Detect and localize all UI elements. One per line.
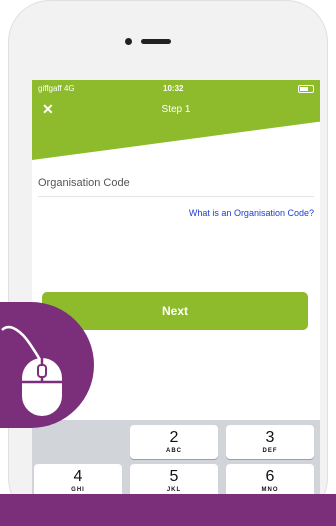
key-6-letters: MNO [261,487,279,493]
key-3-letters: DEF [262,448,278,454]
key-4[interactable]: 4 GHI [34,464,122,498]
status-bar: giffgaff 4G 10:32 [38,84,314,96]
carrier-label: giffgaff 4G [38,84,75,93]
computer-mouse-icon [1,325,62,416]
key-5-letters: JKL [166,487,182,493]
key-6[interactable]: 6 MNO [226,464,314,498]
app-header: giffgaff 4G 10:32 ✕ Step 1 [32,80,320,160]
bottom-banner [0,494,336,526]
organisation-code-input[interactable] [38,170,314,196]
phone-frame: giffgaff 4G 10:32 ✕ Step 1 What is an Or… [8,0,328,526]
organisation-code-help-link[interactable]: What is an Organisation Code? [189,208,314,218]
page-title: Step 1 [161,104,191,115]
key-2-number: 2 [169,429,179,446]
key-5-number: 5 [169,468,179,485]
key-4-number: 4 [73,468,83,485]
computer-mouse-badge [0,302,94,428]
front-camera [125,38,132,45]
key-2[interactable]: 2 ABC [130,425,218,459]
key-3[interactable]: 3 DEF [226,425,314,459]
key-3-number: 3 [265,429,275,446]
earpiece-speaker [141,39,171,44]
battery-icon [298,84,314,93]
status-time: 10:32 [163,84,184,93]
key-5[interactable]: 5 JKL [130,464,218,498]
key-6-number: 6 [265,468,275,485]
key-4-letters: GHI [71,487,85,493]
key-2-letters: ABC [166,448,182,454]
organisation-code-field[interactable] [38,170,314,197]
